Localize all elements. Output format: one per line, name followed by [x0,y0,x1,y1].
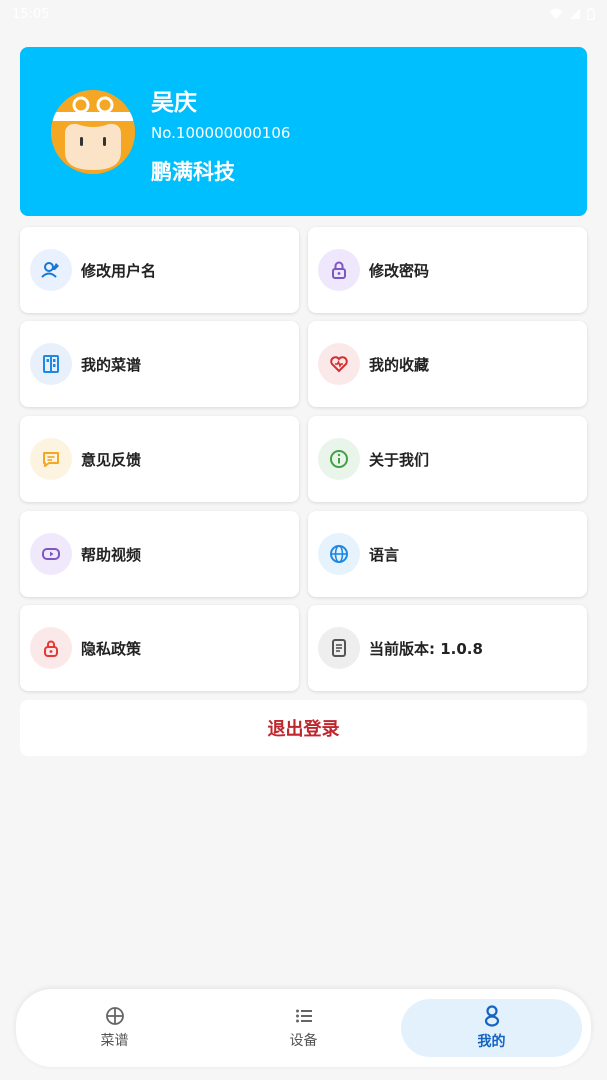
profile-card[interactable]: 吴庆 No.100000000106 鹏满科技 [20,47,587,216]
avatar[interactable] [51,90,135,174]
menu-item-change-password[interactable]: 修改密码 [308,227,587,313]
menu-icon-bg [318,249,360,291]
bottom-nav: 菜谱 设备 我的 [16,989,591,1067]
nav-label: 我的 [477,1034,506,1050]
menu-label: 我的菜谱 [81,355,142,374]
menu-icon-bg [30,249,72,291]
menu-item-help-videos[interactable]: 帮助视频 [20,511,299,597]
menu-icon-bg [30,533,72,575]
menu-item-about-us[interactable]: 关于我们 [308,416,587,502]
menu-label: 当前版本: 1.0.8 [369,639,483,658]
menu-icon-bg [318,438,360,480]
feedback-icon [43,452,59,467]
wifi-icon [549,8,563,19]
monkey-avatar-icon [51,90,135,174]
menu-icon-bg [30,343,72,385]
menu-item-my-favorites[interactable]: 我的收藏 [308,321,587,407]
menu-icon-bg [318,627,360,669]
privacy-lock-icon [44,640,58,657]
logout-button[interactable]: 退出登录 [20,700,587,756]
status-bar: 15:05 [0,0,607,28]
menu-icon-bg [318,343,360,385]
lock-icon [332,261,346,279]
menu-item-feedback[interactable]: 意见反馈 [20,416,299,502]
nav-tab-devices[interactable]: 设备 [213,999,394,1057]
person-icon [484,1005,499,1027]
menu-item-change-username[interactable]: 修改用户名 [20,227,299,313]
profile-company: 鹏满科技 [151,160,235,184]
info-icon [330,450,348,468]
menu-label: 关于我们 [369,450,430,469]
globe-icon [330,545,348,563]
menu-item-my-recipes[interactable]: 我的菜谱 [20,321,299,407]
menu-icon-bg [30,627,72,669]
menu-item-language[interactable]: 语言 [308,511,587,597]
profile-id: No.100000000106 [151,124,291,142]
menu-label: 我的收藏 [369,355,430,374]
recipe-book-icon [43,355,59,373]
screen: 15:05 吴庆 No.100000000106 鹏满科技 修改用户名 修改密码… [0,0,607,1080]
document-icon [332,639,346,657]
menu-label: 意见反馈 [81,450,142,469]
menu-item-version[interactable]: 当前版本: 1.0.8 [308,605,587,691]
nav-tab-recipes[interactable]: 菜谱 [24,999,205,1057]
status-icons [549,8,595,20]
battery-icon [587,8,595,20]
menu-item-privacy-policy[interactable]: 隐私政策 [20,605,299,691]
menu-label: 语言 [369,545,400,564]
menu-label: 隐私政策 [81,639,142,658]
signal-icon [570,9,580,19]
nav-tab-mine[interactable]: 我的 [401,999,582,1057]
video-icon [42,548,60,560]
status-time: 15:05 [12,6,50,22]
crosshair-icon [105,1007,124,1025]
menu-label: 修改用户名 [81,261,157,280]
nav-label: 菜谱 [100,1033,129,1049]
menu-icon-bg [318,533,360,575]
nav-label: 设备 [289,1033,318,1049]
profile-name: 吴庆 [151,90,197,116]
list-icon [295,1009,312,1023]
menu-label: 修改密码 [369,261,430,280]
menu-icon-bg [30,438,72,480]
menu-label: 帮助视频 [81,545,142,564]
heart-icon [330,356,348,373]
user-edit-icon [41,262,59,278]
